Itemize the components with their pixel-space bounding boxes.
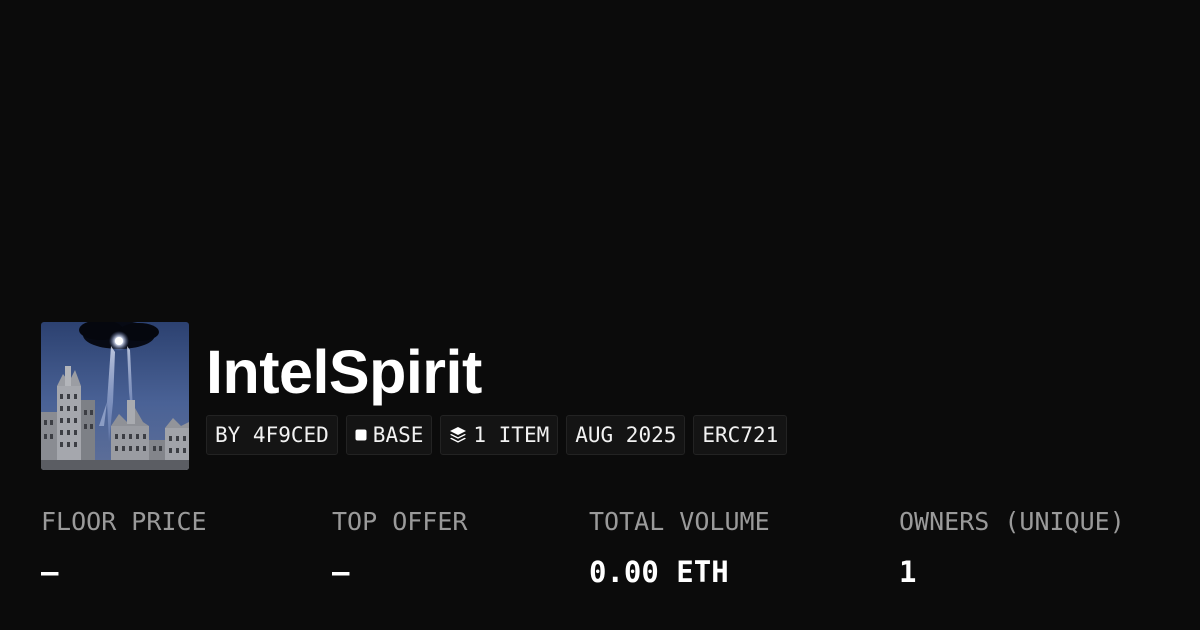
chain-label: BASE [372,423,424,447]
created-date-label: AUG 2025 [575,423,677,447]
stat-value: 1 [899,555,917,589]
stat-total-volume: TOTAL VOLUME 0.00 ETH [589,504,770,590]
creator-chip[interactable]: BY 4F9CED [206,415,338,455]
collection-meta-chips: BY 4F9CED BASE 1 ITEM AUG 2025 ERC721 [206,415,788,455]
item-count-label: 1 ITEM [473,423,550,447]
created-date-chip: AUG 2025 [566,415,686,455]
stat-value: 0.00 ETH [589,555,729,589]
token-standard-chip: ERC721 [693,415,788,455]
stat-label: OWNERS (UNIQUE) [899,507,1125,536]
stat-top-offer: TOP OFFER – [332,504,467,590]
stat-label: TOTAL VOLUME [589,507,770,536]
token-standard-label: ERC721 [702,423,779,447]
collection-thumbnail [41,322,189,470]
collection-title: IntelSpirit [206,338,482,406]
chain-chip[interactable]: BASE [345,415,433,455]
stat-owners: OWNERS (UNIQUE) 1 [899,504,1125,590]
creator-label: BY 4F9CED [215,423,329,447]
stat-floor-price: FLOOR PRICE – [41,504,207,590]
layers-icon [449,426,467,444]
item-count-chip: 1 ITEM [440,415,559,455]
stat-label: FLOOR PRICE [41,507,207,536]
square-chain-icon [355,429,367,441]
stat-value: – [41,555,59,589]
stat-value: – [332,555,350,589]
stat-label: TOP OFFER [332,507,468,536]
